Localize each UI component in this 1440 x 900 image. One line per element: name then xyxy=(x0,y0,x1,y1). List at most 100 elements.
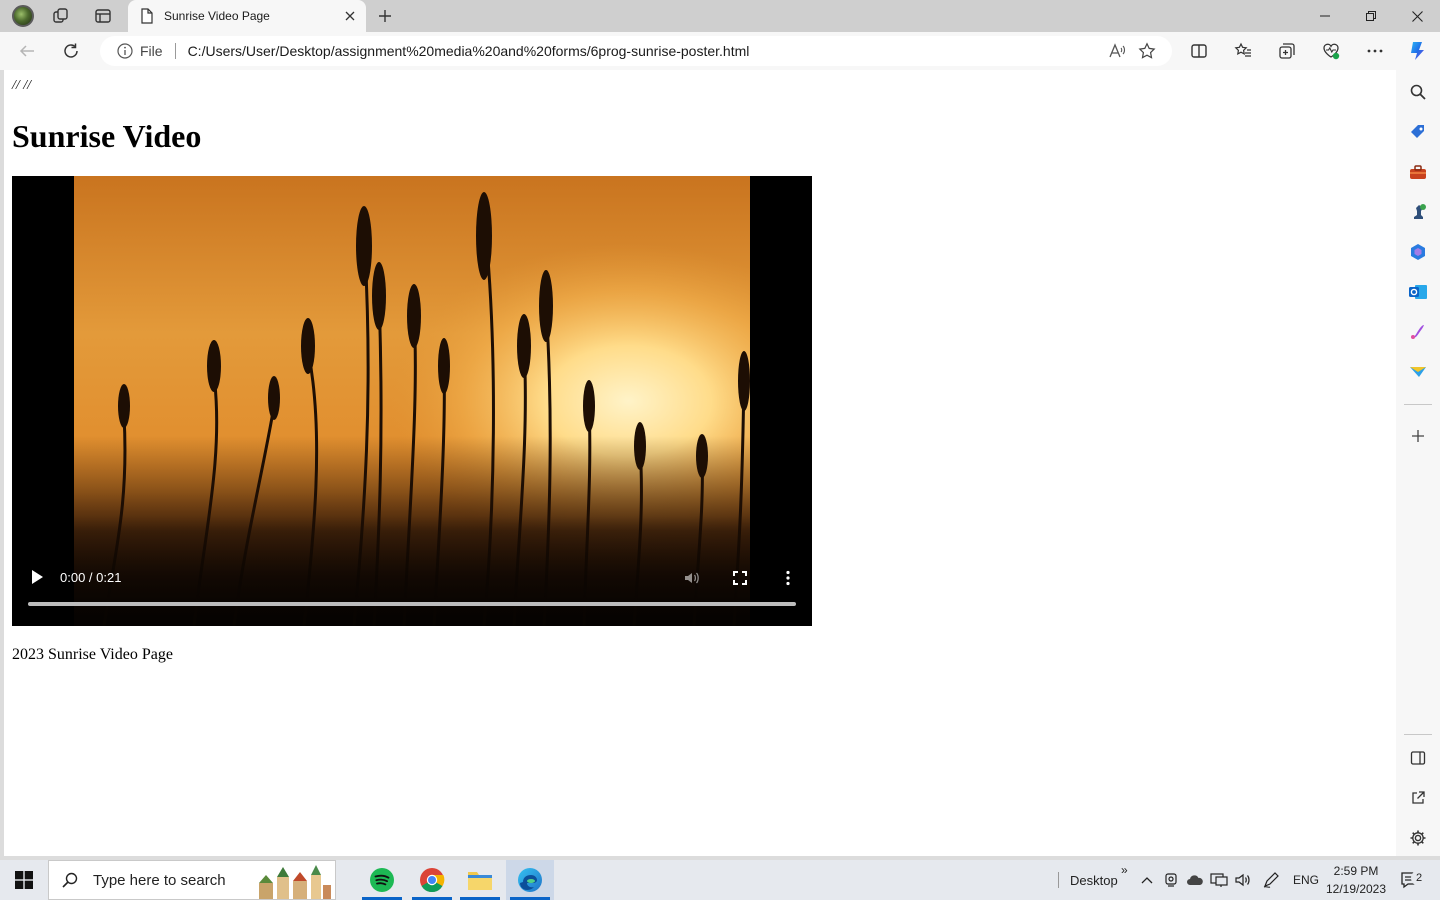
chevron-up-icon xyxy=(1141,877,1153,884)
toolbox-icon xyxy=(1410,165,1426,179)
sidebar-m365-button[interactable] xyxy=(1406,240,1430,264)
page-viewport: // // Sunrise Video 0:00 / 0:21 2023 Sun… xyxy=(4,70,1396,856)
taskbar-clock[interactable]: 2:59 PM 12/19/2023 xyxy=(1318,862,1394,898)
omnibox-separator xyxy=(174,43,176,59)
back-button[interactable] xyxy=(12,36,42,66)
read-aloud-button[interactable] xyxy=(1102,36,1132,66)
toolbar-overflow-chevron[interactable]: » xyxy=(1121,850,1128,890)
profile-button[interactable] xyxy=(8,2,38,30)
copilot-button[interactable] xyxy=(1402,36,1432,66)
sidebar-settings-button[interactable] xyxy=(1406,826,1430,850)
search-placeholder: Type here to search xyxy=(93,871,226,889)
taskbar-search[interactable]: Type here to search xyxy=(48,860,336,900)
read-aloud-icon xyxy=(1109,43,1126,58)
mute-button[interactable] xyxy=(680,566,704,590)
volume-icon xyxy=(685,572,699,584)
webcam-icon xyxy=(1165,873,1177,887)
sidebar-divider xyxy=(1404,734,1432,735)
page-footer: 2023 Sunrise Video Page xyxy=(12,646,173,663)
plus-icon xyxy=(379,10,391,22)
close-window-button[interactable] xyxy=(1394,0,1440,32)
workspaces-button[interactable] xyxy=(46,2,76,30)
new-tab-button[interactable] xyxy=(372,4,398,28)
sidebar-add-button[interactable] xyxy=(1406,424,1430,448)
send-icon xyxy=(1410,367,1426,377)
refresh-icon xyxy=(64,43,78,58)
sidebar-shopping-button[interactable] xyxy=(1406,120,1430,144)
chrome-icon xyxy=(420,868,445,892)
tray-onedrive[interactable] xyxy=(1183,868,1207,892)
settings-more-button[interactable] xyxy=(1360,36,1390,66)
copilot-icon xyxy=(1411,42,1424,60)
search-icon xyxy=(1410,84,1426,100)
video-player[interactable]: 0:00 / 0:21 xyxy=(12,176,812,626)
more-icon xyxy=(1367,49,1383,53)
external-icon xyxy=(1412,791,1425,804)
tray-pen[interactable] xyxy=(1259,868,1283,892)
restore-button[interactable] xyxy=(1348,0,1394,32)
refresh-button[interactable] xyxy=(56,36,86,66)
clock-date: 12/19/2023 xyxy=(1325,882,1387,896)
desktop-toolbar-label[interactable]: Desktop xyxy=(1070,860,1118,900)
tab-actions-icon xyxy=(95,9,111,23)
avatar xyxy=(12,5,34,27)
edge-sidebar xyxy=(1396,70,1440,856)
tray-divider xyxy=(1058,872,1059,888)
favorites-icon xyxy=(1234,42,1251,57)
tray-volume[interactable] xyxy=(1231,868,1255,892)
tray-meet-now[interactable] xyxy=(1159,868,1183,892)
taskbar-edge[interactable] xyxy=(506,860,554,900)
panel-icon xyxy=(1410,751,1426,765)
play-button[interactable] xyxy=(26,566,48,588)
network-icon xyxy=(1210,873,1228,887)
notification-badge: 2 xyxy=(1411,870,1427,886)
sidebar-games-button[interactable] xyxy=(1406,200,1430,224)
cloud-icon xyxy=(1187,875,1203,885)
taskbar-chrome[interactable] xyxy=(408,860,456,900)
language-indicator[interactable]: ENG xyxy=(1293,860,1319,900)
sidebar-hide-button[interactable] xyxy=(1406,746,1430,770)
performance-icon xyxy=(1323,43,1340,60)
speaker-icon xyxy=(1235,873,1250,887)
fullscreen-icon xyxy=(733,571,747,585)
site-info-button[interactable] xyxy=(116,42,134,60)
plus-icon xyxy=(1412,430,1424,442)
chess-icon xyxy=(1414,204,1426,219)
windows-logo-icon xyxy=(15,871,33,889)
designer-icon xyxy=(1411,325,1424,339)
start-button[interactable] xyxy=(0,860,48,900)
sidebar-popout-button[interactable] xyxy=(1406,786,1430,810)
tab-close-button[interactable] xyxy=(338,4,362,28)
more-vertical-icon xyxy=(786,570,790,586)
sidebar-designer-button[interactable] xyxy=(1406,320,1430,344)
search-highlight-image xyxy=(255,863,333,899)
favorites-button[interactable] xyxy=(1228,36,1258,66)
workspaces-icon xyxy=(53,8,68,23)
collections-button[interactable] xyxy=(1272,36,1302,66)
tag-icon xyxy=(1411,125,1424,138)
address-bar[interactable]: File C:/Users/User/Desktop/assignment%20… xyxy=(100,36,1172,66)
vertical-tabs-button[interactable] xyxy=(88,2,118,30)
performance-button[interactable] xyxy=(1316,36,1346,66)
sidebar-search-button[interactable] xyxy=(1406,80,1430,104)
favorite-icon xyxy=(1138,42,1156,59)
sidebar-outlook-button[interactable] xyxy=(1406,280,1430,304)
sidebar-drop-button[interactable] xyxy=(1406,360,1430,384)
tray-network[interactable] xyxy=(1207,868,1231,892)
video-progress-bar[interactable] xyxy=(28,602,796,606)
search-icon xyxy=(62,872,78,888)
add-favorite-button[interactable] xyxy=(1132,36,1162,66)
video-options-button[interactable] xyxy=(776,566,800,590)
url-text[interactable]: C:/Users/User/Desktop/assignment%20media… xyxy=(188,43,1102,59)
minimize-button[interactable] xyxy=(1302,0,1348,32)
taskbar-spotify[interactable] xyxy=(358,860,406,900)
browser-toolbar: File C:/Users/User/Desktop/assignment%20… xyxy=(0,32,1440,70)
tab-active[interactable]: Sunrise Video Page xyxy=(128,0,366,32)
close-icon xyxy=(1411,10,1423,22)
split-screen-button[interactable] xyxy=(1184,36,1214,66)
sidebar-tools-button[interactable] xyxy=(1406,160,1430,184)
gear-icon xyxy=(1410,830,1426,846)
show-hidden-icons-button[interactable] xyxy=(1135,868,1159,892)
fullscreen-button[interactable] xyxy=(728,566,752,590)
taskbar-file-explorer[interactable] xyxy=(456,860,504,900)
